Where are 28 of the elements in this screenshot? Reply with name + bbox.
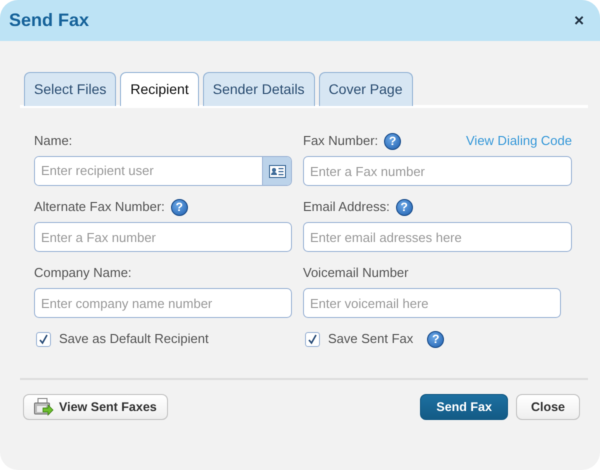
input-field[interactable]: Enter email adresses here bbox=[303, 222, 572, 252]
tab[interactable]: Recipient bbox=[120, 72, 199, 106]
close-button[interactable]: × bbox=[574, 12, 584, 29]
close-button[interactable]: Close bbox=[516, 394, 580, 420]
field-label: Alternate Fax Number: bbox=[34, 198, 165, 216]
field-label: Voicemail Number bbox=[303, 264, 408, 282]
field-label: Email Address: bbox=[303, 198, 390, 216]
dialog-title: Send Fax bbox=[9, 9, 90, 32]
checkbox-label: Save Sent Fax bbox=[328, 330, 414, 348]
tab[interactable]: Sender Details bbox=[202, 72, 315, 106]
field-label: Name: bbox=[34, 132, 72, 150]
contact-card-button[interactable] bbox=[262, 157, 291, 185]
checkbox[interactable] bbox=[305, 332, 320, 346]
field-label: Fax Number: bbox=[303, 132, 378, 150]
input-field[interactable]: Enter a Fax number bbox=[34, 222, 292, 252]
tab[interactable]: Select Files bbox=[24, 72, 116, 106]
checkbox[interactable] bbox=[36, 332, 51, 346]
field-label: Company Name: bbox=[34, 264, 132, 282]
tab[interactable]: Cover Page bbox=[318, 72, 412, 106]
recipient-field[interactable]: Enter recipient user bbox=[34, 156, 292, 186]
fax-machine-icon bbox=[34, 398, 54, 416]
send-fax-button[interactable]: Send Fax bbox=[420, 394, 508, 420]
checkbox-label: Save as Default Recipient bbox=[59, 330, 209, 348]
view-sent-faxes-button[interactable]: View Sent Faxes bbox=[23, 394, 168, 420]
input-field[interactable]: Enter voicemail here bbox=[303, 288, 561, 318]
input-field[interactable]: Enter company name number bbox=[34, 288, 292, 318]
input-field[interactable]: Enter a Fax number bbox=[303, 156, 572, 186]
contact-card-icon bbox=[268, 164, 286, 178]
